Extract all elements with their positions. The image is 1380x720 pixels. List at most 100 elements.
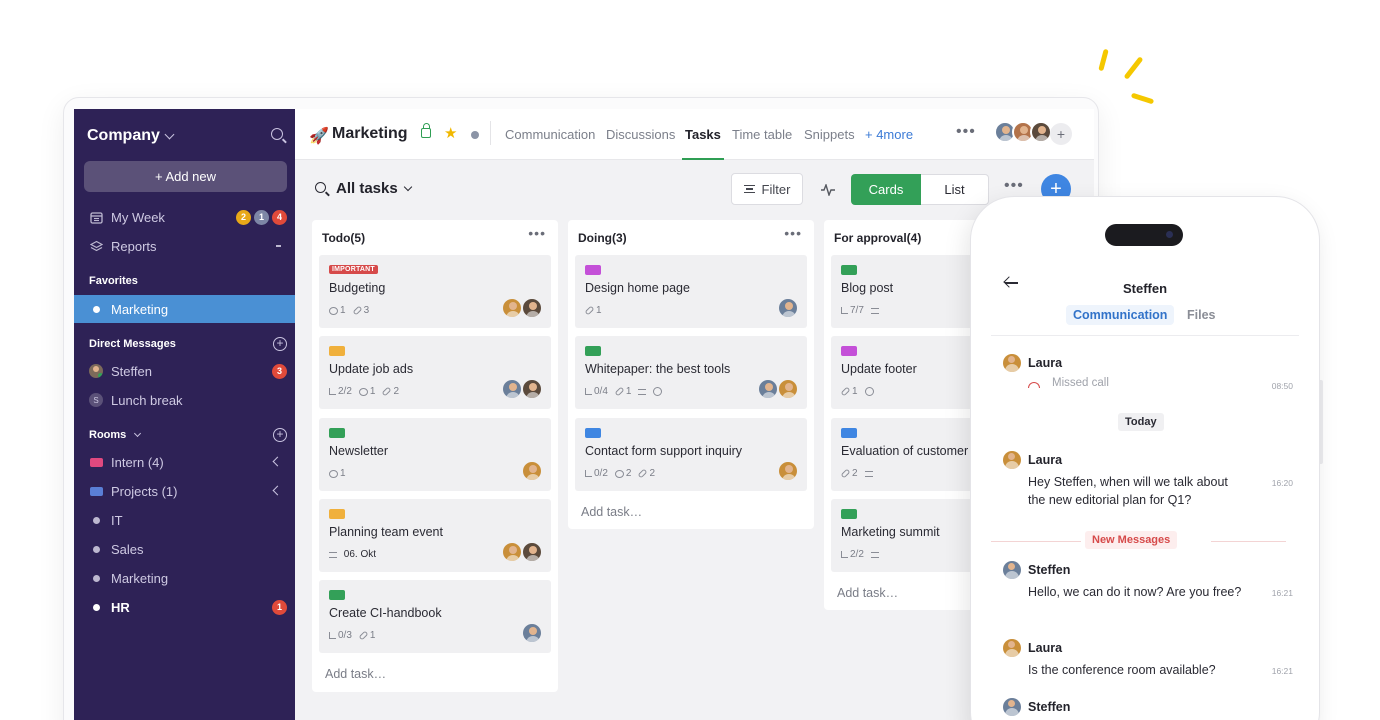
status-dot-icon xyxy=(471,131,479,139)
task-meta: 7/7 xyxy=(841,305,883,316)
subtask-icon xyxy=(329,388,336,395)
column-menu-icon[interactable]: ••• xyxy=(784,225,802,241)
sidebar-item-label: Marketing xyxy=(111,301,169,317)
subtask-count: 7/7 xyxy=(850,305,864,316)
avatar xyxy=(521,541,543,563)
workspace-switcher[interactable]: Company xyxy=(87,125,285,147)
sidebar-item-label: Sales xyxy=(111,541,144,557)
tab-communication[interactable]: Communication xyxy=(505,127,595,142)
divider xyxy=(991,541,1081,542)
count-badge: 1 xyxy=(254,209,269,225)
lines-icon xyxy=(329,551,337,558)
sidebar-item-lunch-break[interactable]: S Lunch break xyxy=(74,386,295,414)
sidebar-item-label: IT xyxy=(111,512,123,528)
collapse-icon[interactable] xyxy=(276,245,281,247)
search-icon[interactable] xyxy=(271,128,283,140)
sidebar-item-hr[interactable]: HR 1 xyxy=(74,593,295,621)
chat-contact-name: Steffen xyxy=(1122,281,1168,296)
sidebar-item-steffen[interactable]: Steffen 3 xyxy=(74,357,295,385)
avatar xyxy=(521,378,543,400)
my-week-badges: 2 1 4 xyxy=(233,209,287,225)
chevron-left-icon[interactable] xyxy=(272,456,283,467)
task-color-tag xyxy=(329,509,345,519)
task-card[interactable]: Contact form support inquiry 0/2 2 2 xyxy=(575,418,807,491)
add-member-icon[interactable]: + xyxy=(1050,123,1072,145)
channel-header: 🚀 Marketing ★ Communication Discussions … xyxy=(295,109,1094,160)
subtask-icon xyxy=(585,470,592,477)
cards-view-button[interactable]: Cards xyxy=(851,174,921,205)
tab-snippets[interactable]: Snippets xyxy=(804,127,855,142)
task-card[interactable]: Planning team event 06. Okt xyxy=(319,499,551,572)
chevron-down-icon[interactable] xyxy=(403,182,413,192)
sidebar-item-my-week[interactable]: My Week 2 1 4 xyxy=(74,203,295,231)
add-new-button[interactable]: + Add new xyxy=(84,161,287,192)
sidebar-item-reports[interactable]: Reports xyxy=(74,232,295,260)
tab-tasks[interactable]: Tasks xyxy=(685,127,721,142)
sidebar-item-label: My Week xyxy=(111,209,165,225)
add-dm-icon[interactable]: + xyxy=(273,337,287,351)
task-color-tag xyxy=(329,428,345,438)
comment-count: 2 xyxy=(625,468,632,479)
sidebar-item-marketing[interactable]: Marketing xyxy=(74,564,295,592)
sidebar-item-marketing-favorite[interactable]: Marketing xyxy=(74,295,295,323)
activity-icon[interactable] xyxy=(821,182,835,201)
task-card[interactable]: Design home page 1 xyxy=(575,255,807,328)
assignees xyxy=(501,541,543,563)
avatar xyxy=(521,297,543,319)
channel-dot-icon xyxy=(89,513,103,527)
more-options-icon[interactable]: ••• xyxy=(956,123,976,141)
task-card[interactable]: IMPORTANT Budgeting 1 3 xyxy=(319,255,551,328)
subtask-icon xyxy=(841,551,848,558)
task-title: Budgeting xyxy=(329,281,386,295)
task-meta: 0/3 1 xyxy=(329,630,379,641)
task-color-tag xyxy=(585,428,601,438)
sidebar-item-label: Intern (4) xyxy=(111,454,164,470)
tab-time-table[interactable]: Time table xyxy=(732,127,792,142)
task-card[interactable]: Create CI-handbook 0/3 1 xyxy=(319,580,551,653)
more-options-icon[interactable]: ••• xyxy=(1004,177,1024,195)
add-task-link[interactable]: Add task… xyxy=(581,505,642,519)
clip-icon xyxy=(584,305,595,316)
sidebar-item-intern[interactable]: Intern (4) xyxy=(74,448,295,476)
tab-more[interactable]: + 4more xyxy=(865,127,913,142)
clip-icon xyxy=(840,386,851,397)
task-title: Newsletter xyxy=(329,444,389,458)
task-card[interactable]: Update job ads 2/2 1 2 xyxy=(319,336,551,409)
sidebar-item-projects[interactable]: Projects (1) xyxy=(74,477,295,505)
avatar xyxy=(757,378,779,400)
attachment-count: 3 xyxy=(363,305,370,316)
folder-icon xyxy=(89,484,103,498)
tab-communication[interactable]: Communication xyxy=(1066,305,1175,325)
star-icon[interactable]: ★ xyxy=(444,124,457,142)
clip-icon xyxy=(840,468,851,479)
rooms-label: Rooms xyxy=(89,429,127,441)
message-author: Laura xyxy=(1028,641,1063,655)
column-title: For approval(4) xyxy=(834,231,922,245)
chevron-left-icon[interactable] xyxy=(272,485,283,496)
filter-button[interactable]: Filter xyxy=(731,173,803,205)
direct-messages-heading: Direct Messages xyxy=(89,338,176,350)
phone-side-button xyxy=(1320,380,1323,464)
task-title: Design home page xyxy=(585,281,690,295)
sidebar-item-it[interactable]: IT xyxy=(74,506,295,534)
add-task-link[interactable]: Add task… xyxy=(837,586,898,600)
list-view-button[interactable]: List xyxy=(921,174,989,205)
task-view-title[interactable]: All tasks xyxy=(336,180,398,197)
message-author: Steffen xyxy=(1028,700,1071,714)
subtask-count: 0/3 xyxy=(338,630,352,641)
sidebar-item-sales[interactable]: Sales xyxy=(74,535,295,563)
rooms-heading[interactable]: Rooms xyxy=(89,429,142,441)
add-task-link[interactable]: Add task… xyxy=(325,667,386,681)
task-card[interactable]: Whitepaper: the best tools 0/4 1 xyxy=(575,336,807,409)
avatar[interactable] xyxy=(1030,121,1052,143)
tab-files[interactable]: Files xyxy=(1187,308,1216,322)
column-menu-icon[interactable]: ••• xyxy=(528,225,546,241)
task-card[interactable]: Newsletter 1 xyxy=(319,418,551,491)
avatar xyxy=(501,541,523,563)
new-messages-separator: New Messages xyxy=(1085,531,1178,549)
column-todo: Todo(5) ••• IMPORTANT Budgeting 1 3 Upda… xyxy=(312,220,558,692)
sparkle-decoration xyxy=(1098,48,1109,72)
add-room-icon[interactable]: + xyxy=(273,428,287,442)
tab-discussions[interactable]: Discussions xyxy=(606,127,675,142)
search-icon[interactable] xyxy=(315,182,326,193)
